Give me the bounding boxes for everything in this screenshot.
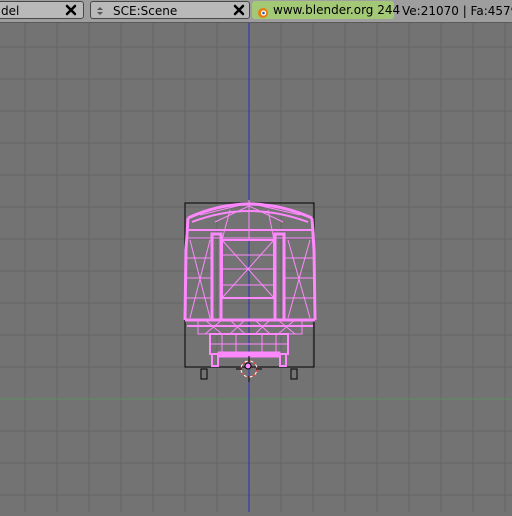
scene-stats: Ve:21070 | Fa:4579 (402, 4, 512, 18)
updown-arrows-icon[interactable] (95, 3, 105, 17)
scene-close-icon[interactable] (229, 2, 249, 18)
left-wheel-bound (200, 368, 208, 380)
blender-logo-icon (256, 4, 270, 23)
right-wheel-bound (290, 368, 298, 380)
3d-viewport[interactable] (0, 23, 512, 512)
close-icon[interactable] (61, 2, 81, 18)
train-mesh-wireframe[interactable] (183, 200, 317, 367)
viewport-grid (0, 23, 512, 512)
website-link-text: www.blender.org 244 (273, 3, 401, 17)
scene-name-text: SCE:Scene (113, 4, 178, 18)
header-bar: del SCE:Scene www.blender.org 244 Ve:210… (0, 0, 512, 23)
object-origin (244, 362, 252, 370)
object-name-field[interactable]: del (0, 1, 84, 19)
object-name-text: del (1, 4, 20, 18)
website-link-button[interactable]: www.blender.org 244 (252, 1, 400, 19)
scene-selector[interactable]: SCE:Scene (90, 1, 250, 19)
